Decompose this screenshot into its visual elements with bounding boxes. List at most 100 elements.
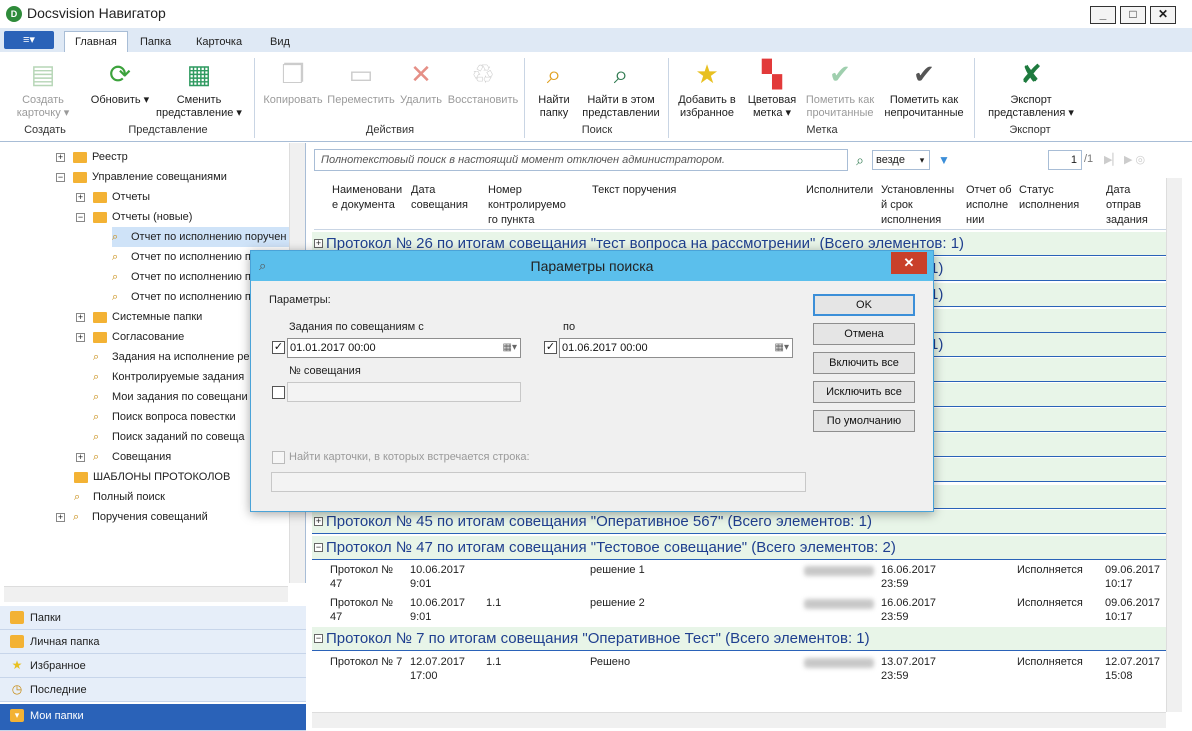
grid-horizontal-scrollbar[interactable]	[312, 712, 1166, 728]
change-view-button[interactable]: ▦ Сменить представление ▾	[152, 58, 246, 120]
dialog-close-button[interactable]: ✕	[891, 252, 927, 274]
fulltext-search-input[interactable]: Полнотекстовый поиск в настоящий момент …	[314, 149, 848, 171]
maximize-button[interactable]: □	[1120, 6, 1146, 24]
tree-item[interactable]: ⌕ Отчет по исполнению п	[112, 267, 251, 287]
tree-item[interactable]: + Системные папки	[76, 307, 202, 327]
tree-item[interactable]: + Согласование	[76, 327, 184, 347]
column-header[interactable]: Статус исполнения	[1019, 183, 1099, 213]
expand-icon[interactable]: +	[56, 152, 65, 162]
create-card-button[interactable]: ▤ Создать карточку ▾	[8, 58, 78, 120]
tree-item[interactable]: ⌕ Задания на исполнение ре	[93, 347, 250, 367]
app-menu-button[interactable]: ≡▾	[4, 31, 54, 49]
refresh-button[interactable]: ⟳ Обновить ▾	[88, 58, 152, 107]
from-checkbox[interactable]: ✓	[272, 341, 285, 354]
close-button[interactable]: ✕	[1150, 6, 1176, 24]
nav-item-my-folders[interactable]: ▾ Мои папки	[0, 704, 306, 731]
tree-item[interactable]: ⌕ Контролируемые задания	[93, 367, 244, 387]
column-header[interactable]: Наименовани е документа	[332, 183, 408, 213]
calendar-dropdown-icon[interactable]: ▦▾	[775, 339, 789, 357]
page-nav-arrows[interactable]: ▶▏ ▶ ◎	[1104, 151, 1164, 169]
mark-unread-button[interactable]: ✔ Пометить как непрочитанные	[880, 58, 968, 120]
collapse-icon[interactable]: −	[56, 172, 65, 182]
restore-button[interactable]: ♲ Восстановить	[446, 58, 520, 107]
tree-item[interactable]: ШАБЛОНЫ ПРОТОКОЛОВ	[74, 467, 230, 487]
nav-item-folders[interactable]: Папки	[0, 606, 306, 630]
filter-icon[interactable]: ▼	[934, 150, 954, 170]
add-favorite-button[interactable]: ★ Добавить в избранное	[674, 58, 740, 120]
page-number-input[interactable]: 1	[1048, 150, 1082, 170]
find-in-view-button[interactable]: ⌕ Найти в этом представлении	[580, 58, 662, 120]
move-button[interactable]: ▭ Переместить	[326, 58, 396, 107]
group-row[interactable]: − Протокол № 7 по итогам совещания "Опера…	[312, 627, 1166, 651]
copy-button[interactable]: ❐ Копировать	[260, 58, 326, 107]
column-header[interactable]: Дата совещания	[411, 183, 481, 213]
grid-vertical-scrollbar[interactable]	[1166, 178, 1182, 712]
expand-icon[interactable]: +	[314, 239, 323, 248]
tree-item-selected[interactable]: ⌕ Отчет по исполнению поручен	[112, 227, 290, 247]
color-mark-button[interactable]: ▚ Цветовая метка ▾	[744, 58, 800, 120]
window-title: Docsvision Навигатор	[27, 5, 166, 21]
page-total: /1	[1084, 153, 1094, 165]
from-date-field[interactable]: 01.01.2017 00:00 ▦▾	[287, 338, 521, 358]
expand-icon[interactable]: +	[76, 192, 85, 202]
calendar-dropdown-icon[interactable]: ▦▾	[503, 339, 517, 357]
grid-header: Наименовани е документа Дата совещания Н…	[314, 178, 1166, 230]
expand-icon[interactable]: +	[56, 512, 65, 522]
default-button[interactable]: По умолчанию	[813, 410, 915, 432]
tree-item[interactable]: ⌕ Поиск вопроса повестки	[93, 407, 236, 427]
column-header[interactable]: Установленны й срок исполнения	[881, 183, 961, 228]
nav-item-recent[interactable]: ◷ Последние	[0, 678, 306, 702]
export-view-button[interactable]: ✘ Экспорт представления ▾	[982, 58, 1080, 120]
meeting-number-field[interactable]	[287, 382, 521, 402]
tree-item[interactable]: ⌕ Полный поиск	[74, 487, 165, 507]
tree-item[interactable]: ⌕ Поиск заданий по совеща	[93, 427, 245, 447]
to-date-field[interactable]: 01.06.2017 00:00 ▦▾	[559, 338, 793, 358]
collapse-icon[interactable]: −	[314, 634, 323, 643]
tree-item[interactable]: + Реестр	[56, 147, 128, 167]
tree-item[interactable]: − Отчеты (новые)	[76, 207, 192, 227]
tree-item[interactable]: − Управление совещаниями	[56, 167, 227, 187]
tab-view[interactable]: Вид	[260, 32, 300, 52]
column-header[interactable]: Номер контролируемо го пункта	[488, 183, 578, 228]
collapse-icon[interactable]: −	[76, 212, 85, 222]
find-folder-button[interactable]: ⌕ Найти папку	[532, 58, 576, 120]
tree-item[interactable]: ⌕ Отчет по исполнению п	[112, 247, 251, 267]
tab-folder[interactable]: Папка	[130, 32, 181, 52]
expand-icon[interactable]: +	[76, 332, 85, 342]
find-cards-field[interactable]	[271, 472, 806, 492]
column-header[interactable]: Отчет об исполне нии	[966, 183, 1016, 228]
find-cards-label: Найти карточки, в которых встречается ст…	[289, 451, 530, 463]
collapse-icon[interactable]: −	[314, 543, 323, 552]
ok-button[interactable]: OK	[813, 294, 915, 316]
find-cards-checkbox[interactable]	[272, 451, 285, 464]
delete-button[interactable]: ✕ Удалить	[396, 58, 446, 107]
tree-item[interactable]: ⌕ Отчет по исполнению п	[112, 287, 251, 307]
nav-item-personal-folder[interactable]: Личная папка	[0, 630, 306, 654]
expand-icon[interactable]: +	[314, 517, 323, 526]
tab-card[interactable]: Карточка	[186, 32, 252, 52]
to-checkbox[interactable]: ✓	[544, 341, 557, 354]
minimize-button[interactable]: _	[1090, 6, 1116, 24]
tree-item[interactable]: + ⌕ Совещания	[76, 447, 171, 467]
cancel-button[interactable]: Отмена	[813, 323, 915, 345]
column-header[interactable]: Дата отправ задания	[1106, 183, 1166, 228]
include-all-button[interactable]: Включить все	[813, 352, 915, 374]
tree-horizontal-scrollbar[interactable]	[4, 586, 288, 602]
tree-item[interactable]: + Отчеты	[76, 187, 150, 207]
exclude-all-button[interactable]: Исключить все	[813, 381, 915, 403]
column-header[interactable]: Исполнители	[806, 183, 876, 198]
nav-item-favorites[interactable]: ★ Избранное	[0, 654, 306, 678]
cell-date: 10.06.2017 9:01	[410, 597, 466, 623]
chevron-down-icon[interactable]: ▾	[915, 151, 929, 169]
search-params-icon[interactable]: ⌕	[850, 150, 870, 170]
mark-read-button[interactable]: ✔ Пометить как прочитанные	[802, 58, 878, 120]
expand-icon[interactable]: +	[76, 312, 85, 322]
expand-icon[interactable]: +	[76, 452, 85, 462]
group-row[interactable]: + Протокол № 45 по итогам совещания "Опер…	[312, 510, 1166, 534]
group-row[interactable]: − Протокол № 47 по итогам совещания "Тест…	[312, 536, 1166, 560]
column-header[interactable]: Текст поручения	[592, 183, 792, 198]
tab-main[interactable]: Главная	[64, 31, 128, 53]
tree-item[interactable]: + ⌕ Поручения совещаний	[56, 507, 208, 527]
tree-item[interactable]: ⌕ Мои задания по совещани	[93, 387, 248, 407]
meeting-number-checkbox[interactable]	[272, 386, 285, 399]
